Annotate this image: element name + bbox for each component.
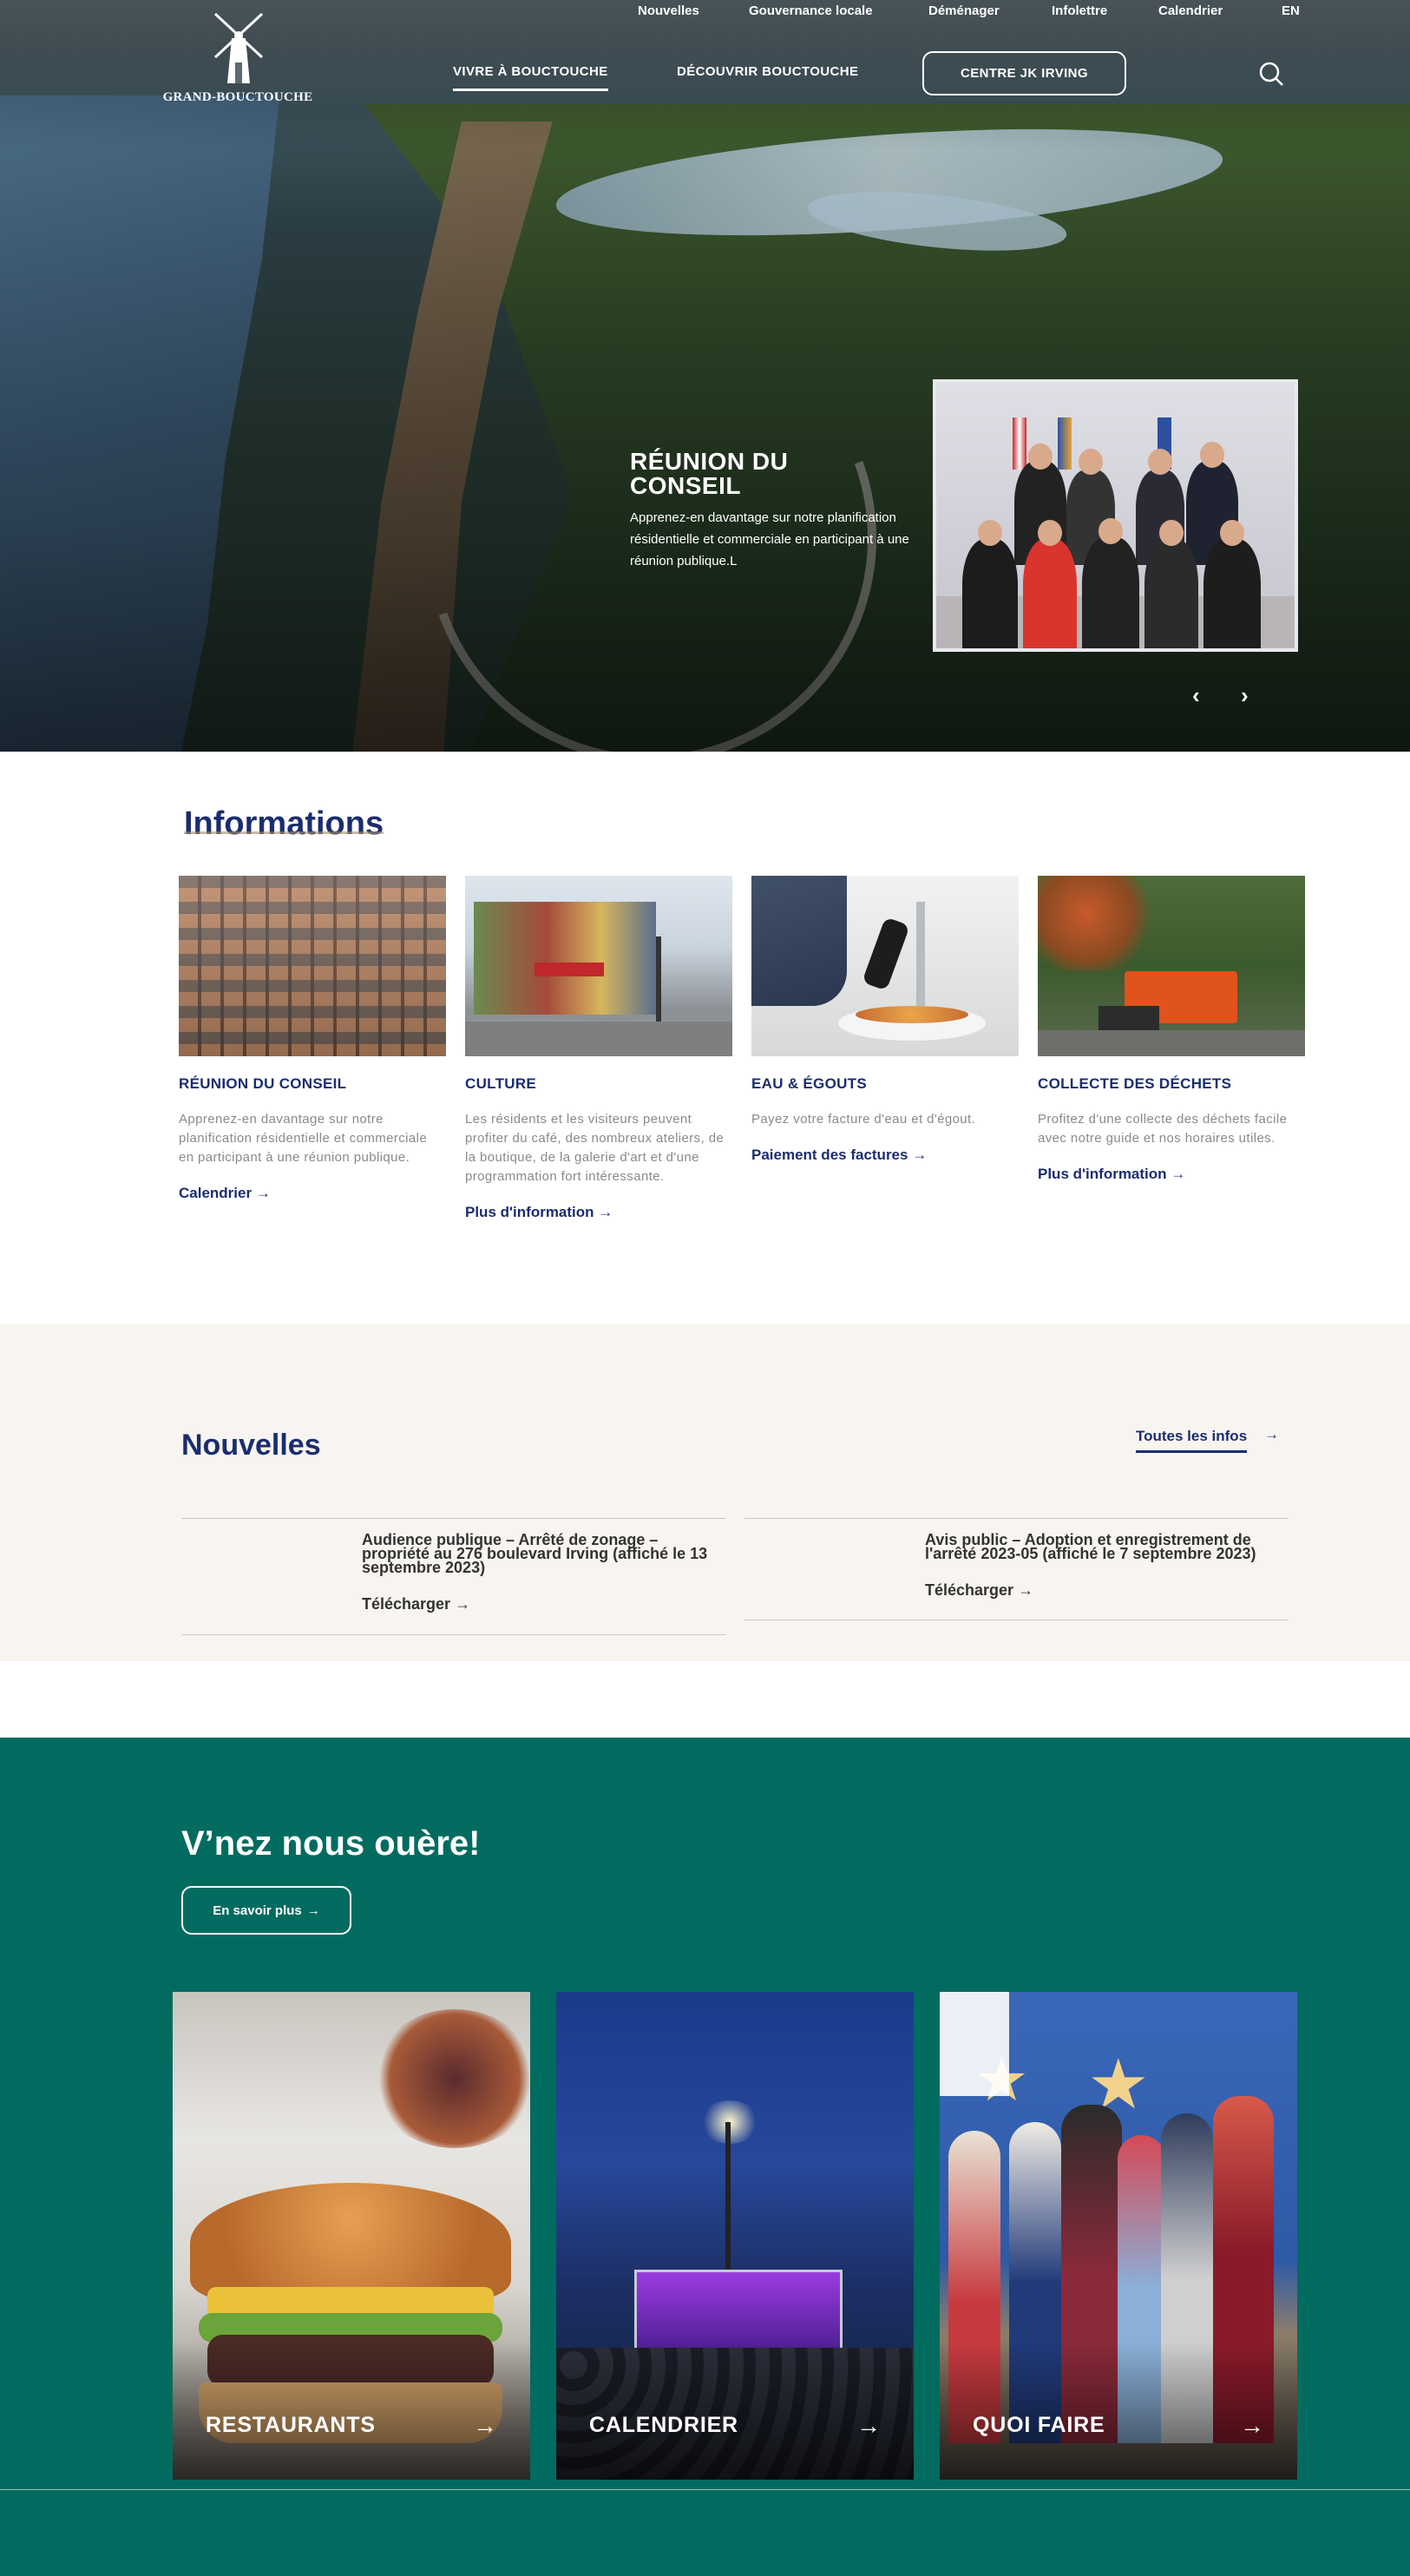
garbage-truck-image: [1038, 876, 1305, 1056]
carousel-prev-button[interactable]: ‹: [1192, 682, 1200, 709]
search-icon: [1259, 62, 1283, 86]
info-card: CULTURE Les résidents et les visiteurs p…: [465, 876, 732, 1221]
hero-title: RÉUNION DU CONSEIL: [630, 450, 916, 498]
card-title: CULTURE: [465, 1075, 537, 1092]
tile-restaurants[interactable]: RESTAURANTS →: [173, 1992, 530, 2480]
info-card: EAU & ÉGOUTS Payez votre facture d'eau e…: [751, 876, 1019, 1164]
search-button[interactable]: [1258, 61, 1284, 87]
news-item: Avis public – Adoption et enregistrement…: [744, 1518, 1289, 1620]
card-link-dechets[interactable]: Plus d'information →: [1038, 1166, 1185, 1183]
arrow-right-icon: →: [1018, 1581, 1034, 1599]
tile-label: QUOI FAIRE: [973, 2413, 1105, 2437]
section-title-nouvelles: Nouvelles: [181, 1429, 321, 1462]
download-link[interactable]: Télécharger →: [925, 1581, 1033, 1600]
card-title: COLLECTE DES DÉCHETS: [1038, 1075, 1232, 1092]
learn-more-label: En savoir plus: [213, 1902, 302, 1918]
download-link[interactable]: Télécharger →: [362, 1595, 470, 1613]
language-toggle[interactable]: EN: [1282, 3, 1300, 18]
card-link-label: Calendrier: [179, 1185, 252, 1201]
topnav-gouvernance[interactable]: Gouvernance locale: [749, 3, 873, 18]
arrow-right-icon: →: [255, 1185, 271, 1201]
section-title-informations: Informations: [184, 805, 384, 842]
divider: [0, 2489, 1410, 2490]
news-item-title: Audience publique – Arrêté de zonage – p…: [362, 1531, 708, 1576]
news-item: Audience publique – Arrêté de zonage – p…: [181, 1518, 725, 1635]
card-text: Les résidents et les visiteurs peuvent p…: [465, 1112, 725, 1184]
tile-calendrier[interactable]: CALENDRIER →: [556, 1992, 914, 2480]
hero-title-line: RÉUNION DU: [630, 448, 789, 475]
topnav-infolettre[interactable]: Infolettre: [1052, 3, 1107, 18]
news-item-title: Avis public – Adoption et enregistrement…: [925, 1531, 1256, 1562]
info-card: RÉUNION DU CONSEIL Apprenez-en davantage…: [179, 876, 446, 1202]
card-text: Profitez d'une collecte des déchets faci…: [1038, 1112, 1288, 1146]
arrow-right-icon: →: [1240, 2412, 1264, 2439]
learn-more-button[interactable]: En savoir plus →: [181, 1886, 351, 1935]
culture-building-image: [465, 876, 732, 1056]
card-text: Payez votre facture d'eau et d'égout.: [751, 1112, 976, 1127]
hero-banner: GRAND-BOUCTOUCHE Nouvelles Gouvernance l…: [0, 0, 1410, 752]
visit-section: V’nez nous ouère! En savoir plus → RESTA…: [0, 1738, 1410, 2576]
topnav-calendrier[interactable]: Calendrier: [1158, 3, 1223, 18]
card-text: Apprenez-en davantage sur notre planific…: [179, 1112, 428, 1165]
card-link-calendrier[interactable]: Calendrier →: [179, 1185, 271, 1202]
card-link-paiement[interactable]: Paiement des factures →: [751, 1147, 927, 1164]
visit-title: V’nez nous ouère!: [181, 1824, 481, 1863]
card-link-label: Paiement des factures: [751, 1147, 908, 1163]
download-label: Télécharger: [925, 1581, 1014, 1599]
centre-jk-irving-button[interactable]: CENTRE JK IRVING: [922, 51, 1126, 95]
arrow-right-icon: →: [473, 2412, 497, 2439]
download-label: Télécharger: [362, 1595, 451, 1613]
all-news-label: Toutes les infos: [1136, 1428, 1248, 1444]
all-news-link[interactable]: Toutes les infos →: [1136, 1426, 1279, 1453]
water-tap-image: [751, 876, 1019, 1056]
arrow-right-icon: →: [306, 1902, 320, 1918]
card-link-label: Plus d'information: [465, 1204, 594, 1220]
carousel-next-button[interactable]: ›: [1241, 682, 1249, 709]
arrow-right-icon: →: [856, 2412, 881, 2439]
council-photo: [933, 379, 1298, 652]
topnav-demenager[interactable]: Déménager: [928, 3, 1000, 18]
card-title: RÉUNION DU CONSEIL: [179, 1075, 347, 1092]
arrow-right-icon: →: [1171, 1166, 1186, 1182]
tile-label: CALENDRIER: [589, 2413, 738, 2437]
windmill-logo-icon: [213, 12, 264, 83]
card-link-label: Plus d'information: [1038, 1166, 1167, 1182]
council-chamber-image: [179, 876, 446, 1056]
nav-vivre[interactable]: VIVRE À BOUCTOUCHE: [453, 64, 608, 91]
arrow-right-icon: →: [598, 1204, 613, 1220]
news-section: Nouvelles Toutes les infos → Audience pu…: [0, 1324, 1410, 1661]
arrow-right-icon: →: [1264, 1426, 1279, 1442]
hero-slide-text: RÉUNION DU CONSEIL Apprenez-en davantage…: [630, 450, 916, 572]
tile-label: RESTAURANTS: [206, 2413, 376, 2437]
topnav-nouvelles[interactable]: Nouvelles: [638, 3, 699, 18]
card-title: EAU & ÉGOUTS: [751, 1075, 868, 1092]
arrow-right-icon: →: [912, 1147, 928, 1163]
utility-nav: Nouvelles Gouvernance locale Déménager I…: [0, 3, 1410, 23]
nav-decouvrir[interactable]: DÉCOUVRIR BOUCTOUCHE: [677, 64, 858, 79]
tile-quoi-faire[interactable]: ★ ★ QUOI FAIRE →: [940, 1992, 1297, 2480]
hero-description: Apprenez-en davantage sur notre planific…: [630, 510, 909, 568]
card-link-culture[interactable]: Plus d'information →: [465, 1204, 613, 1221]
logo-text: GRAND-BOUCTOUCHE: [162, 90, 313, 104]
site-logo[interactable]: GRAND-BOUCTOUCHE: [160, 12, 316, 108]
info-card: COLLECTE DES DÉCHETS Profitez d'une coll…: [1038, 876, 1305, 1183]
arrow-right-icon: →: [455, 1595, 471, 1613]
hero-title-line: CONSEIL: [630, 472, 741, 499]
